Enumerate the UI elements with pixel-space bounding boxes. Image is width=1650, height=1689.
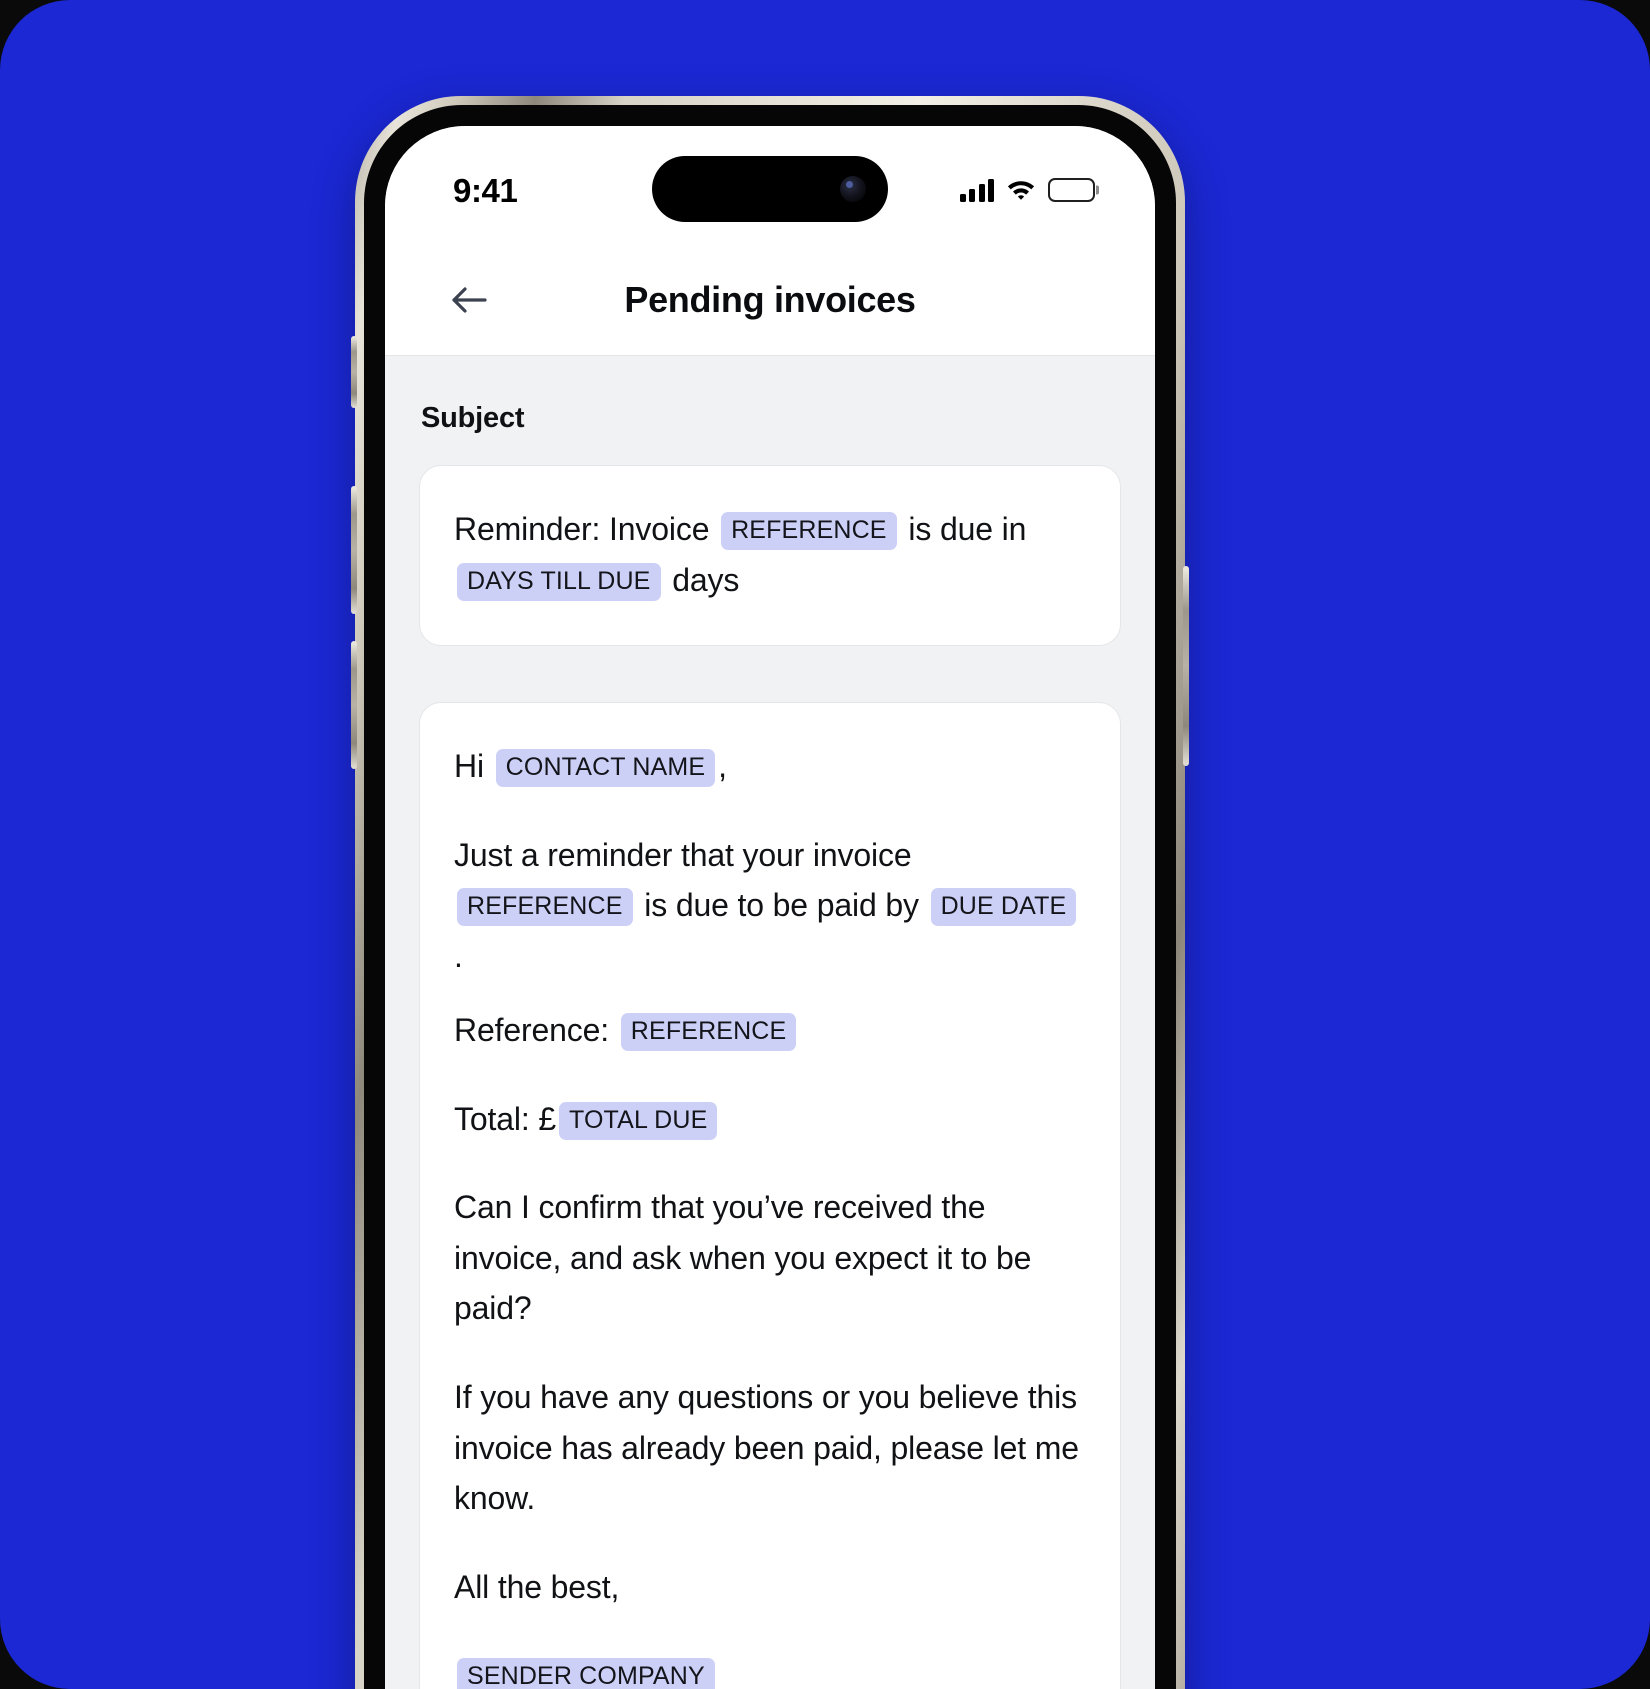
paragraph-1: Just a reminder that your invoice REFERE…: [454, 830, 1086, 982]
chip-reference[interactable]: REFERENCE: [721, 512, 897, 550]
chip-reference-value[interactable]: REFERENCE: [620, 1013, 797, 1052]
volume-up-button[interactable]: [351, 486, 357, 614]
greeting-line: Hi CONTACT NAME,: [454, 741, 1086, 792]
paragraph-1-middle: is due to be paid by: [644, 887, 919, 924]
front-camera-icon: [840, 176, 866, 202]
paragraph-3: If you have any questions or you believe…: [454, 1379, 1079, 1517]
chip-contact-name[interactable]: CONTACT NAME: [495, 749, 716, 788]
subject-label: Subject: [421, 402, 525, 434]
battery-icon: [1048, 178, 1095, 202]
total-line: Total: £ TOTAL DUE: [454, 1094, 1086, 1145]
content-area: Subject Reminder: Invoice REFERENCE is d…: [385, 356, 1155, 1689]
reference-line: Reference: REFERENCE: [454, 1005, 1086, 1056]
body-card[interactable]: Hi CONTACT NAME, Just a reminder that yo…: [419, 702, 1121, 1689]
nav-bar: Pending invoices: [385, 244, 1155, 356]
volume-down-button[interactable]: [351, 641, 357, 769]
power-button[interactable]: [1183, 566, 1189, 766]
signoff-line: All the best,: [454, 1568, 620, 1605]
signoff-chip-line: SENDER COMPANY: [454, 1650, 1086, 1689]
chip-total-due[interactable]: TOTAL DUE: [558, 1101, 718, 1140]
status-time: 9:41: [453, 172, 518, 209]
chip-days-till-due[interactable]: DAYS TILL DUE: [457, 562, 661, 601]
phone-screen: 9:41 Pending invoices Subject Reminder: …: [385, 126, 1155, 1689]
subject-text-2: is due in: [908, 511, 1027, 547]
silence-switch-button[interactable]: [351, 336, 357, 408]
status-bar: 9:41: [385, 126, 1155, 244]
subject-text-3: days: [672, 561, 740, 598]
subject-text-1: Reminder: Invoice: [454, 511, 710, 547]
status-indicators: [959, 174, 1095, 202]
cellular-signal-icon: [959, 178, 994, 202]
greeting-text: Hi: [454, 748, 484, 785]
subject-template-text: Reminder: Invoice REFERENCE is due in DA…: [454, 504, 1086, 605]
back-arrow-icon[interactable]: [437, 268, 501, 332]
reference-label: Reference:: [454, 1012, 610, 1049]
paragraph-1-lead: Just a reminder that your invoice: [454, 836, 912, 873]
phone-device: 9:41 Pending invoices Subject Reminder: …: [351, 96, 1189, 1689]
wifi-icon: [1006, 178, 1036, 202]
total-label: Total: £: [454, 1100, 556, 1137]
paragraph-1-period: .: [454, 937, 463, 974]
chip-reference-body[interactable]: REFERENCE: [457, 888, 633, 927]
greeting-comma: ,: [718, 748, 727, 785]
chip-sender-company[interactable]: SENDER COMPANY: [457, 1658, 715, 1689]
dynamic-island: [652, 156, 888, 222]
blue-backdrop: 9:41 Pending invoices Subject Reminder: …: [0, 0, 1650, 1689]
body-template-text: Hi CONTACT NAME, Just a reminder that yo…: [454, 741, 1086, 1689]
paragraph-2: Can I confirm that you’ve received the i…: [454, 1189, 1032, 1327]
chip-due-date[interactable]: DUE DATE: [930, 888, 1077, 927]
subject-card[interactable]: Reminder: Invoice REFERENCE is due in DA…: [419, 465, 1121, 647]
